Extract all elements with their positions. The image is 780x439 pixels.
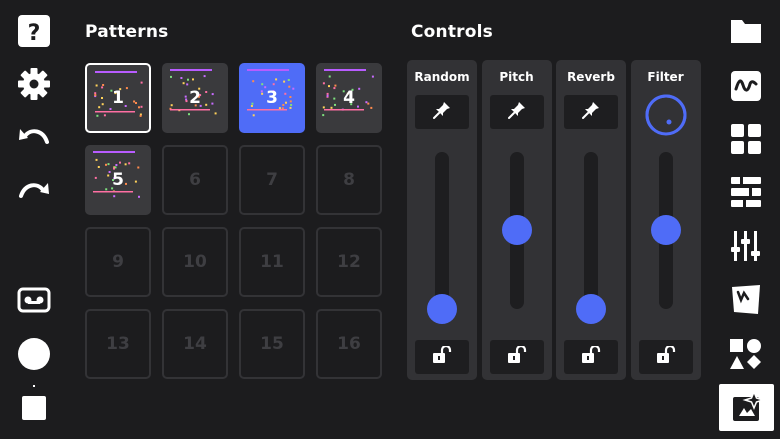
- pattern-slot-number: 10: [183, 252, 207, 272]
- pattern-slot-11[interactable]: 11: [239, 227, 305, 297]
- effects-sparkle-icon: [731, 392, 763, 424]
- shapes-icon[interactable]: [730, 338, 762, 370]
- grid-icon[interactable]: [731, 124, 761, 154]
- pattern-slot-2[interactable]: 2: [162, 63, 228, 133]
- pattern-slot-14[interactable]: 14: [162, 309, 228, 379]
- control-label: Random: [414, 70, 470, 84]
- pattern-slot-number: 14: [183, 334, 207, 354]
- pattern-slot-number: 6: [189, 170, 201, 190]
- slider-thumb[interactable]: [501, 215, 532, 246]
- unlock-icon: [656, 344, 676, 368]
- separator-dot: [33, 385, 35, 387]
- pattern-slot-number: 9: [112, 252, 124, 272]
- pattern-slot-number: 13: [106, 334, 130, 354]
- filter-knob-icon[interactable]: [644, 93, 688, 137]
- pattern-slot-7[interactable]: 7: [239, 145, 305, 215]
- control-random: Random: [407, 60, 477, 380]
- folder-icon[interactable]: [730, 17, 762, 45]
- pin-icon: [507, 101, 526, 123]
- pin-button[interactable]: [564, 95, 618, 129]
- pattern-slot-6[interactable]: 6: [162, 145, 228, 215]
- slider-thumb[interactable]: [427, 294, 457, 324]
- lock-button[interactable]: [564, 340, 618, 374]
- stop-icon[interactable]: [22, 396, 46, 420]
- lock-button[interactable]: [638, 340, 693, 374]
- svg-text:?: ?: [28, 21, 41, 46]
- lock-button[interactable]: [415, 340, 469, 374]
- pattern-slot-15[interactable]: 15: [239, 309, 305, 379]
- pin-button[interactable]: [489, 95, 544, 129]
- controls-heading: Controls: [411, 22, 493, 42]
- pattern-slot-number: 3: [266, 88, 278, 108]
- pin-button[interactable]: [415, 95, 469, 129]
- mixer-sliders-icon[interactable]: [730, 230, 762, 262]
- redo-icon[interactable]: [17, 178, 51, 208]
- pin-icon: [582, 101, 600, 123]
- unlock-icon: [432, 344, 452, 368]
- pattern-slot-number: 16: [337, 334, 361, 354]
- pattern-slot-number: 11: [260, 252, 284, 272]
- pattern-slot-number: 12: [337, 252, 361, 272]
- pattern-slot-1[interactable]: 1: [85, 63, 151, 133]
- unlock-icon: [581, 344, 601, 368]
- slider-thumb[interactable]: [650, 215, 681, 246]
- slider-thumb[interactable]: [576, 294, 606, 324]
- record-icon[interactable]: [17, 337, 51, 371]
- lock-button[interactable]: [489, 340, 544, 374]
- waveform-icon[interactable]: [730, 70, 762, 102]
- slider-track[interactable]: [435, 152, 449, 309]
- pattern-slot-3[interactable]: 3: [239, 63, 305, 133]
- pattern-slot-number: 7: [266, 170, 278, 190]
- pattern-slot-10[interactable]: 10: [162, 227, 228, 297]
- pattern-slot-12[interactable]: 12: [316, 227, 382, 297]
- control-pitch: Pitch: [481, 60, 552, 380]
- pattern-slot-number: 8: [343, 170, 355, 190]
- pattern-slot-number: 15: [260, 334, 284, 354]
- control-label: Filter: [647, 70, 684, 84]
- help-icon[interactable]: ?: [17, 14, 51, 48]
- control-reverb: Reverb: [556, 60, 626, 380]
- unlock-icon: [507, 344, 527, 368]
- pattern-slot-9[interactable]: 9: [85, 227, 151, 297]
- tape-icon[interactable]: [17, 286, 51, 314]
- settings-gear-icon[interactable]: [17, 67, 51, 101]
- undo-icon[interactable]: [17, 124, 51, 154]
- pattern-slot-5[interactable]: 5: [85, 145, 151, 215]
- pattern-slot-16[interactable]: 16: [316, 309, 382, 379]
- effects-button[interactable]: [719, 384, 774, 431]
- pattern-slot-number: 5: [112, 170, 124, 190]
- drum-pad-icon[interactable]: [730, 284, 762, 316]
- pattern-slot-4[interactable]: 4: [316, 63, 382, 133]
- pattern-slot-8[interactable]: 8: [316, 145, 382, 215]
- pattern-slot-number: 4: [343, 88, 355, 108]
- control-label: Reverb: [567, 70, 615, 84]
- pattern-slot-number: 2: [189, 88, 201, 108]
- control-label: Pitch: [499, 70, 534, 84]
- control-filter: Filter: [630, 60, 701, 380]
- pattern-slot-13[interactable]: 13: [85, 309, 151, 379]
- pin-icon: [433, 101, 451, 123]
- patterns-heading: Patterns: [85, 22, 169, 42]
- pattern-slot-number: 1: [112, 88, 124, 108]
- sequencer-icon[interactable]: [731, 177, 761, 207]
- slider-track[interactable]: [584, 152, 598, 309]
